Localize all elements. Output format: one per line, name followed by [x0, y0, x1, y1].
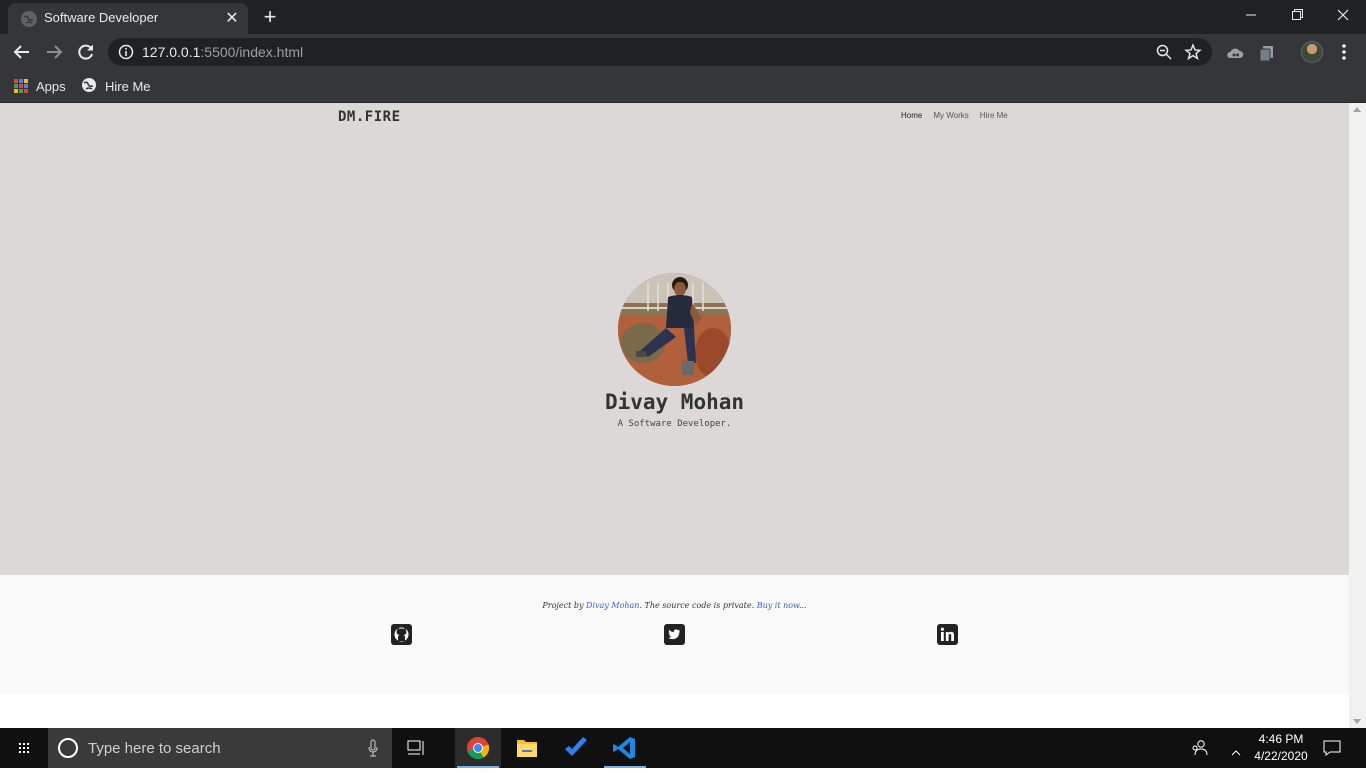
browser-titlebar: Software Developer ✕ + — [0, 0, 1366, 34]
clock-date: 4/22/2020 — [1254, 749, 1308, 763]
page-viewport: DM.FIRE Home My Works Hire Me Divay Moha… — [0, 103, 1349, 728]
menu-dots-icon[interactable] — [1336, 42, 1352, 62]
site-nav: Home My Works Hire Me — [901, 111, 1008, 120]
microphone-icon[interactable] — [368, 739, 378, 757]
footer-middle: . The source code is private. — [639, 601, 757, 610]
chevron-up-icon[interactable] — [1230, 744, 1242, 756]
nav-home[interactable]: Home — [901, 111, 922, 120]
windows-taskbar: Type here to search 4:46 PM 4/22/2020 — [0, 728, 1366, 768]
nav-hire-me[interactable]: Hire Me — [980, 111, 1008, 120]
hero-subtitle: A Software Developer. — [617, 419, 732, 429]
scroll-down-arrow-icon[interactable] — [1353, 719, 1361, 724]
nav-my-works[interactable]: My Works — [933, 111, 968, 120]
url-text[interactable]: 127.0.0.1:5500/index.html — [142, 44, 303, 60]
restore-button[interactable] — [1274, 0, 1320, 30]
scroll-up-arrow-icon[interactable] — [1353, 107, 1361, 112]
footer-text: Project by Divay Mohan. The source code … — [0, 601, 1349, 610]
browser-tab[interactable]: Software Developer ✕ — [8, 3, 248, 34]
footer-prefix: Project by — [542, 601, 587, 610]
page-scrollbar[interactable] — [1349, 103, 1366, 728]
taskbar-search[interactable]: Type here to search — [48, 728, 392, 768]
vscode-icon[interactable] — [602, 728, 648, 768]
taskbar-clock[interactable]: 4:46 PM 4/22/2020 — [1251, 731, 1311, 765]
close-window-button[interactable] — [1320, 0, 1366, 30]
new-tab-button[interactable]: + — [258, 5, 282, 29]
browser-toolbar: 127.0.0.1:5500/index.html — [0, 34, 1366, 70]
profile-avatar[interactable] — [1301, 41, 1323, 63]
footer-buy-link[interactable]: Buy it now — [757, 601, 799, 610]
task-view-icon[interactable] — [393, 728, 439, 768]
clock-time: 4:46 PM — [1258, 732, 1304, 746]
url-path: :5500/index.html — [200, 44, 304, 60]
twitter-icon[interactable] — [664, 624, 685, 645]
file-explorer-icon[interactable] — [504, 728, 550, 768]
notification-icon[interactable] — [1322, 738, 1342, 758]
back-arrow-icon[interactable] — [8, 38, 36, 66]
close-tab-icon[interactable]: ✕ — [222, 9, 242, 29]
start-button[interactable] — [0, 728, 48, 768]
linkedin-icon[interactable] — [937, 624, 958, 645]
profile-photo — [618, 273, 731, 386]
globe-icon — [21, 11, 37, 27]
bookmark-hire-me-label: Hire Me — [105, 78, 151, 94]
site-footer: Project by Divay Mohan. The source code … — [0, 575, 1349, 694]
site-info-icon[interactable] — [118, 44, 134, 60]
apps-grid-icon — [14, 79, 28, 93]
minimize-button[interactable] — [1228, 0, 1274, 30]
extension-docs-icon[interactable] — [1258, 44, 1276, 62]
site-brand[interactable]: DM.FIRE — [338, 109, 401, 125]
todo-icon[interactable] — [553, 728, 599, 768]
bookmarks-bar: Apps Hire Me — [0, 70, 1366, 103]
globe-icon — [81, 77, 97, 96]
address-bar[interactable]: 127.0.0.1:5500/index.html — [108, 38, 1212, 66]
github-icon[interactable] — [391, 624, 412, 645]
bookmark-apps-label: Apps — [36, 78, 66, 94]
chrome-icon[interactable] — [455, 728, 501, 768]
footer-author-link[interactable]: Divay Mohan — [586, 601, 639, 610]
reload-icon[interactable] — [72, 38, 100, 66]
bookmark-hire-me[interactable]: Hire Me — [81, 76, 151, 96]
hero-section: DM.FIRE Home My Works Hire Me Divay Moha… — [0, 103, 1349, 575]
taskbar-search-placeholder: Type here to search — [88, 740, 221, 757]
bookmark-apps[interactable]: Apps — [14, 76, 66, 96]
footer-suffix: ... — [798, 601, 807, 610]
forward-arrow-icon[interactable] — [40, 38, 68, 66]
url-host: 127.0.0.1 — [142, 44, 201, 60]
cortana-icon — [58, 738, 78, 758]
people-icon[interactable] — [1190, 738, 1210, 758]
tab-title: Software Developer — [44, 10, 159, 25]
hero-name: Divay Mohan — [604, 390, 745, 414]
zoom-icon[interactable] — [1156, 44, 1172, 60]
extension-cloud-icon[interactable] — [1226, 44, 1244, 62]
bookmark-star-icon[interactable] — [1184, 43, 1202, 61]
